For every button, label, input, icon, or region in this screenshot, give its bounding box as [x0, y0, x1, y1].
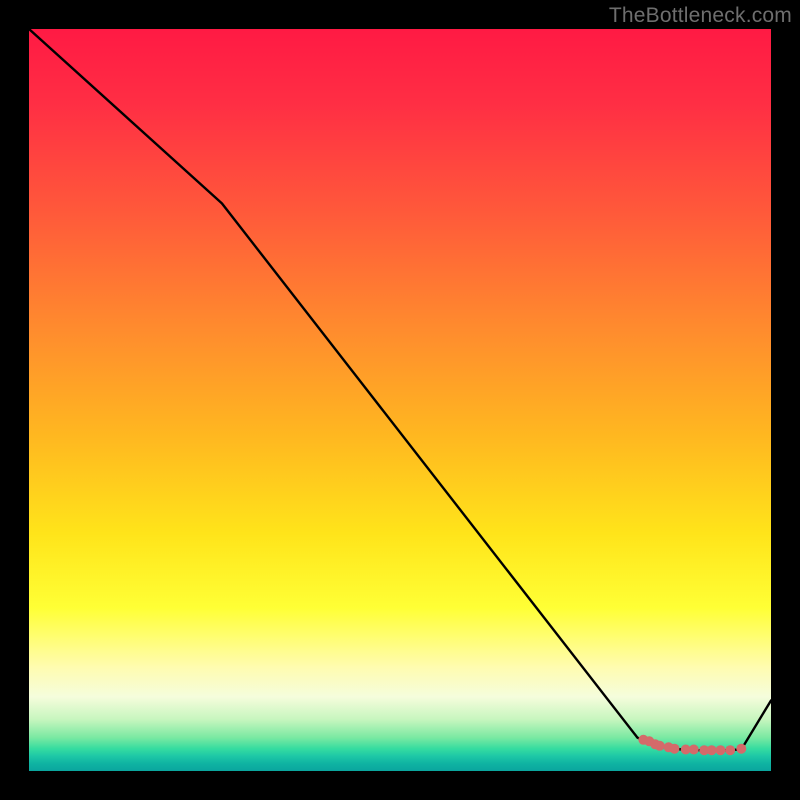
marker-dot — [736, 744, 746, 754]
chart-svg — [29, 29, 771, 771]
marker-dot — [716, 745, 726, 755]
chart-canvas: TheBottleneck.com — [0, 0, 800, 800]
valley-dots — [638, 735, 746, 755]
marker-dot — [725, 745, 735, 755]
marker-dot — [670, 744, 680, 754]
watermark-label: TheBottleneck.com — [609, 4, 792, 28]
marker-dot — [655, 741, 665, 751]
bottleneck-curve — [29, 29, 771, 750]
plot-area — [29, 29, 771, 771]
marker-dot — [707, 745, 717, 755]
marker-dot — [689, 745, 699, 755]
line-series — [29, 29, 771, 750]
